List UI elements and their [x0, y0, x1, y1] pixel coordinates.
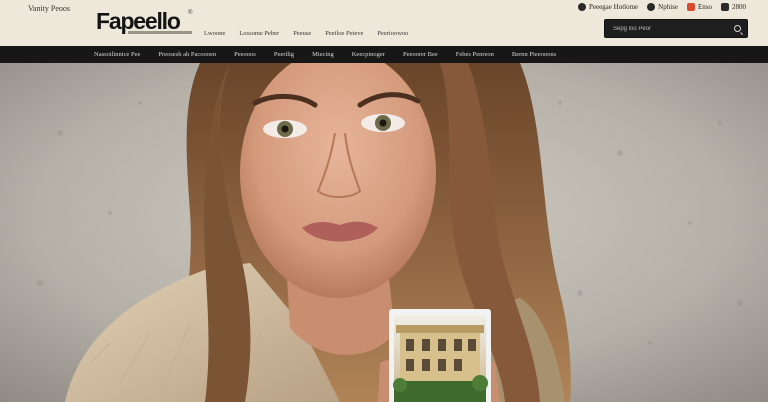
- utility-item[interactable]: Enso: [687, 3, 712, 11]
- nav-item[interactable]: Keecpinoger: [352, 51, 385, 58]
- main-nav: Nassoilinnice Pee Preosesh ah Pacoooen P…: [0, 46, 768, 63]
- user-icon: [577, 3, 586, 11]
- top-link[interactable]: Lossome Peber: [239, 30, 279, 37]
- site-header: Vanity Peoos Fapeello ® Lwoone Lossome P…: [0, 0, 768, 46]
- nav-item[interactable]: Miecing: [312, 51, 334, 58]
- nav-item[interactable]: Peerilig: [274, 51, 294, 58]
- top-links: Lwoone Lossome Peber Peeuse Peeiloe Pete…: [204, 30, 408, 37]
- nav-item[interactable]: Bernn Pieeooons: [512, 51, 556, 58]
- nav-item[interactable]: Peeoorer Bee: [403, 51, 438, 58]
- logo-registered-mark: ®: [188, 10, 193, 16]
- logo-underline: [128, 31, 192, 34]
- utility-label: Peeegae Hotlome: [588, 3, 639, 11]
- utility-item[interactable]: Peeegae Hotlome: [577, 3, 639, 11]
- nav-items: Nassoilinnice Pee Preosesh ah Pacoooen P…: [94, 46, 556, 63]
- search-input[interactable]: [613, 23, 731, 35]
- utility-label: Enso: [698, 3, 712, 11]
- search-icon[interactable]: [734, 25, 741, 32]
- account-icon: [647, 3, 656, 11]
- house-photo-icon: [389, 309, 491, 402]
- utility-label: Nphise: [658, 3, 678, 11]
- cart-icon: [721, 3, 729, 11]
- nav-item[interactable]: Nassoilinnice Pee: [94, 51, 140, 58]
- top-link[interactable]: Peerioowoo: [377, 30, 408, 37]
- utility-item[interactable]: Nphise: [647, 3, 678, 11]
- utility-label: 2800: [732, 3, 746, 11]
- badge-icon: [687, 3, 695, 11]
- search-box: [604, 19, 748, 38]
- utility-bar: Peeegae Hotlome Nphise Enso 2800: [574, 3, 746, 11]
- top-link[interactable]: Lwoone: [204, 30, 225, 37]
- site-tagline: Vanity Peoos: [28, 4, 70, 13]
- utility-item[interactable]: 2800: [721, 3, 746, 11]
- top-link[interactable]: Peeiloe Peteve: [325, 30, 363, 37]
- hero-portrait-illustration: [0, 63, 768, 402]
- nav-item[interactable]: Peeooos: [234, 51, 256, 58]
- top-link[interactable]: Peeuse: [293, 30, 311, 37]
- hero-image: [0, 63, 768, 402]
- nav-item[interactable]: Preosesh ah Pacoooen: [158, 51, 216, 58]
- nav-item[interactable]: Febes Penreon: [456, 51, 494, 58]
